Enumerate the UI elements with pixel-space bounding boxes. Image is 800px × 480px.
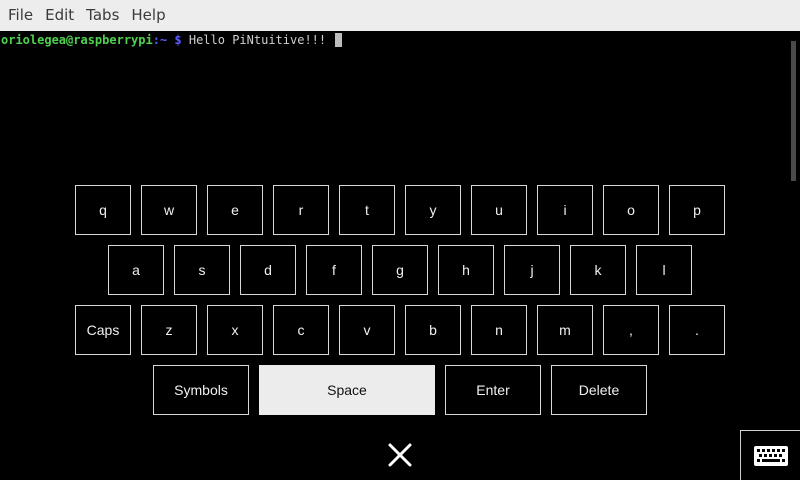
keyboard-icon: [753, 445, 788, 466]
key-m[interactable]: m: [537, 305, 593, 355]
key-u[interactable]: u: [471, 185, 527, 235]
prompt-user-host: oriolegea@raspberrypi: [1, 33, 153, 47]
key-enter[interactable]: Enter: [445, 365, 541, 415]
key-space[interactable]: Space: [259, 365, 435, 415]
command-text: Hello PiNtuitive!!!: [181, 33, 327, 47]
key-g[interactable]: g: [372, 245, 428, 295]
text-cursor: [335, 33, 343, 47]
key-caps[interactable]: Caps: [75, 305, 131, 355]
key-t[interactable]: t: [339, 185, 395, 235]
menu-file[interactable]: File: [2, 0, 39, 31]
key-p[interactable]: p: [669, 185, 725, 235]
key-s[interactable]: s: [174, 245, 230, 295]
key-v[interactable]: v: [339, 305, 395, 355]
prompt-line: oriolegea@raspberrypi:~ $ Hello PiNtuiti…: [1, 33, 343, 47]
key-b[interactable]: b: [405, 305, 461, 355]
close-icon[interactable]: [385, 440, 415, 470]
menu-edit[interactable]: Edit: [39, 0, 80, 31]
key-w[interactable]: w: [141, 185, 197, 235]
menu-bar: File Edit Tabs Help: [0, 0, 800, 31]
key-d[interactable]: d: [240, 245, 296, 295]
menu-tabs[interactable]: Tabs: [80, 0, 125, 31]
key-a[interactable]: a: [108, 245, 164, 295]
prompt-path: :~: [152, 33, 168, 47]
key-z[interactable]: z: [141, 305, 197, 355]
key-q[interactable]: q: [75, 185, 131, 235]
scroll-thumb[interactable]: [791, 41, 796, 181]
key-symbols[interactable]: Symbols: [153, 365, 249, 415]
key-i[interactable]: i: [537, 185, 593, 235]
key-comma[interactable]: ,: [603, 305, 659, 355]
key-k[interactable]: k: [570, 245, 626, 295]
key-j[interactable]: j: [504, 245, 560, 295]
prompt-dollar: $: [167, 33, 182, 47]
key-delete[interactable]: Delete: [551, 365, 647, 415]
key-period[interactable]: .: [669, 305, 725, 355]
key-l[interactable]: l: [636, 245, 692, 295]
key-y[interactable]: y: [405, 185, 461, 235]
key-h[interactable]: h: [438, 245, 494, 295]
terminal-scrollbar[interactable]: [787, 31, 800, 480]
keyboard-toggle-button[interactable]: [740, 430, 800, 480]
key-x[interactable]: x: [207, 305, 263, 355]
key-n[interactable]: n: [471, 305, 527, 355]
key-o[interactable]: o: [603, 185, 659, 235]
key-e[interactable]: e: [207, 185, 263, 235]
key-c[interactable]: c: [273, 305, 329, 355]
key-r[interactable]: r: [273, 185, 329, 235]
key-f[interactable]: f: [306, 245, 362, 295]
menu-help[interactable]: Help: [125, 0, 171, 31]
